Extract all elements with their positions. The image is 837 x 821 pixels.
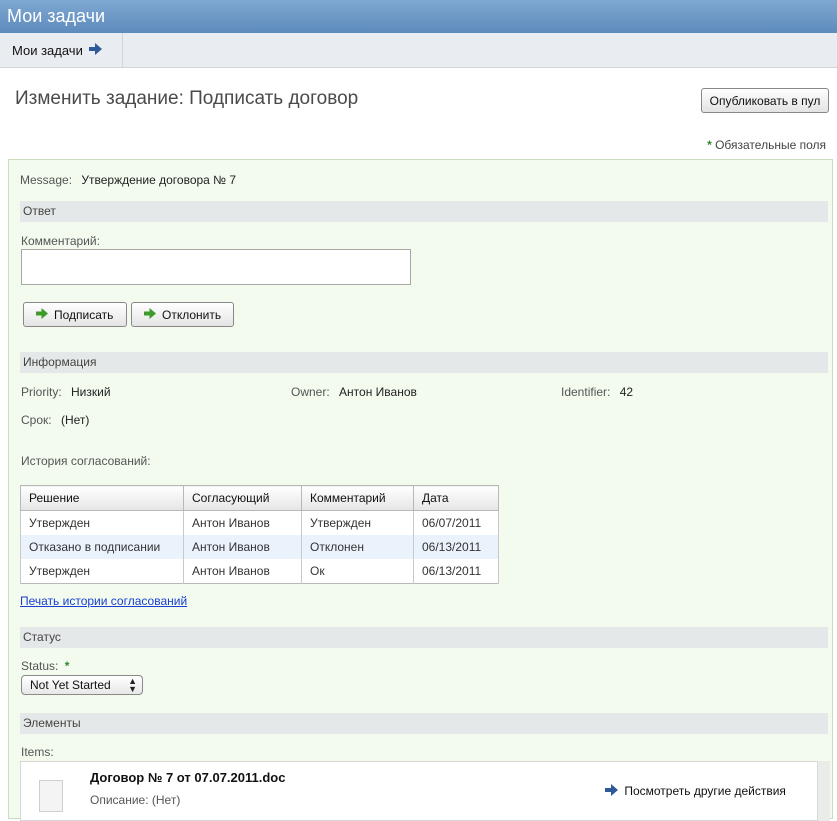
view-other-actions-label: Посмотреть другие действия — [624, 784, 786, 798]
required-star: * — [64, 659, 70, 673]
nav-item-my-tasks[interactable]: Мои задачи — [0, 33, 123, 67]
priority-row: Priority: Низкий — [21, 385, 111, 399]
task-form-panel: Message: Утверждение договора № 7 Ответ … — [8, 159, 833, 821]
comment-label: Комментарий: — [21, 234, 100, 248]
identifier-value: 42 — [619, 385, 634, 399]
comment-textarea[interactable] — [21, 249, 411, 285]
column-header-decision[interactable]: Решение — [20, 485, 184, 511]
priority-label: Priority: — [21, 385, 62, 399]
message-row: Message: Утверждение договора № 7 — [20, 173, 236, 187]
cell-comment: Отклонен — [301, 535, 414, 559]
identifier-row: Identifier: 42 — [561, 385, 633, 399]
cell-date: 06/07/2011 — [413, 510, 499, 535]
required-fields-note: * Обязательные поля — [707, 138, 826, 152]
identifier-label: Identifier: — [561, 385, 611, 399]
owner-label: Owner: — [291, 385, 330, 399]
select-updown-icon: ▲ ▼ — [128, 676, 137, 694]
due-value: (Нет) — [60, 413, 90, 427]
sign-button-label: Подписать — [54, 307, 114, 322]
cell-approver: Антон Иванов — [183, 510, 302, 535]
cell-decision: Утвержден — [20, 559, 184, 584]
section-response: Ответ — [20, 201, 828, 222]
cell-date: 06/13/2011 — [413, 535, 499, 559]
sign-button[interactable]: Подписать — [23, 302, 127, 327]
cell-approver: Антон Иванов — [183, 559, 302, 584]
cell-comment: Ок — [301, 559, 414, 584]
green-arrow-icon — [36, 307, 48, 322]
table-row: Отказано в подписании Антон Иванов Откло… — [20, 535, 499, 559]
reject-button[interactable]: Отклонить — [131, 302, 234, 327]
column-header-date[interactable]: Дата — [413, 485, 499, 511]
status-label: Status: — [21, 659, 59, 673]
items-label: Items: — [21, 745, 54, 759]
cell-decision: Утвержден — [20, 510, 184, 535]
owner-row: Owner: Антон Иванов — [291, 385, 417, 399]
section-elements: Элементы — [20, 713, 828, 734]
view-other-actions-link[interactable]: Посмотреть другие действия — [605, 783, 786, 799]
document-title[interactable]: Договор № 7 от 07.07.2011.doc — [90, 770, 285, 785]
due-row: Срок: (Нет) — [21, 413, 89, 427]
message-label: Message: — [20, 173, 73, 187]
owner-value: Антон Иванов — [339, 385, 417, 399]
cell-approver: Антон Иванов — [183, 535, 302, 559]
section-information: Информация — [20, 352, 828, 373]
items-scrollbar[interactable] — [818, 761, 830, 821]
arrow-right-icon — [605, 784, 624, 798]
green-arrow-icon — [144, 307, 156, 322]
nav-item-label: Мои задачи — [12, 42, 83, 58]
approval-history-table: Решение Согласующий Комментарий Дата Утв… — [20, 485, 499, 584]
required-fields-text: Обязательные поля — [715, 138, 826, 152]
table-row: Утвержден Антон Иванов Ок 06/13/2011 — [20, 559, 499, 584]
items-list: Договор № 7 от 07.07.2011.doc Описание: … — [20, 761, 818, 821]
document-icon — [39, 780, 63, 812]
cell-date: 06/13/2011 — [413, 559, 499, 584]
required-star: * — [707, 138, 712, 152]
section-status: Статус — [20, 627, 828, 648]
window-title: Мои задачи — [0, 0, 837, 33]
status-label-row: Status: * — [21, 659, 69, 673]
cell-comment: Утвержден — [301, 510, 414, 535]
status-selected-value: Not Yet Started — [30, 678, 111, 692]
column-header-comment[interactable]: Комментарий — [301, 485, 414, 511]
print-history-link[interactable]: Печать истории согласований — [20, 594, 187, 608]
history-label: История согласований: — [21, 454, 151, 468]
status-select[interactable]: Not Yet Started ▲ ▼ — [21, 675, 143, 695]
page-title: Изменить задание: Подписать договор — [15, 88, 359, 109]
table-row: Утвержден Антон Иванов Утвержден 06/07/2… — [20, 510, 499, 535]
publish-to-pool-button[interactable]: Опубликовать в пул — [701, 88, 829, 113]
navigation-bar: Мои задачи — [0, 33, 837, 68]
table-header-row: Решение Согласующий Комментарий Дата — [20, 485, 499, 511]
reject-button-label: Отклонить — [162, 307, 222, 322]
cell-decision: Отказано в подписании — [20, 535, 184, 559]
priority-value: Низкий — [71, 385, 111, 399]
column-header-approver[interactable]: Согласующий — [183, 485, 302, 511]
due-label: Срок: — [21, 413, 52, 427]
message-value: Утверждение договора № 7 — [81, 173, 237, 187]
arrow-right-icon — [88, 42, 102, 58]
